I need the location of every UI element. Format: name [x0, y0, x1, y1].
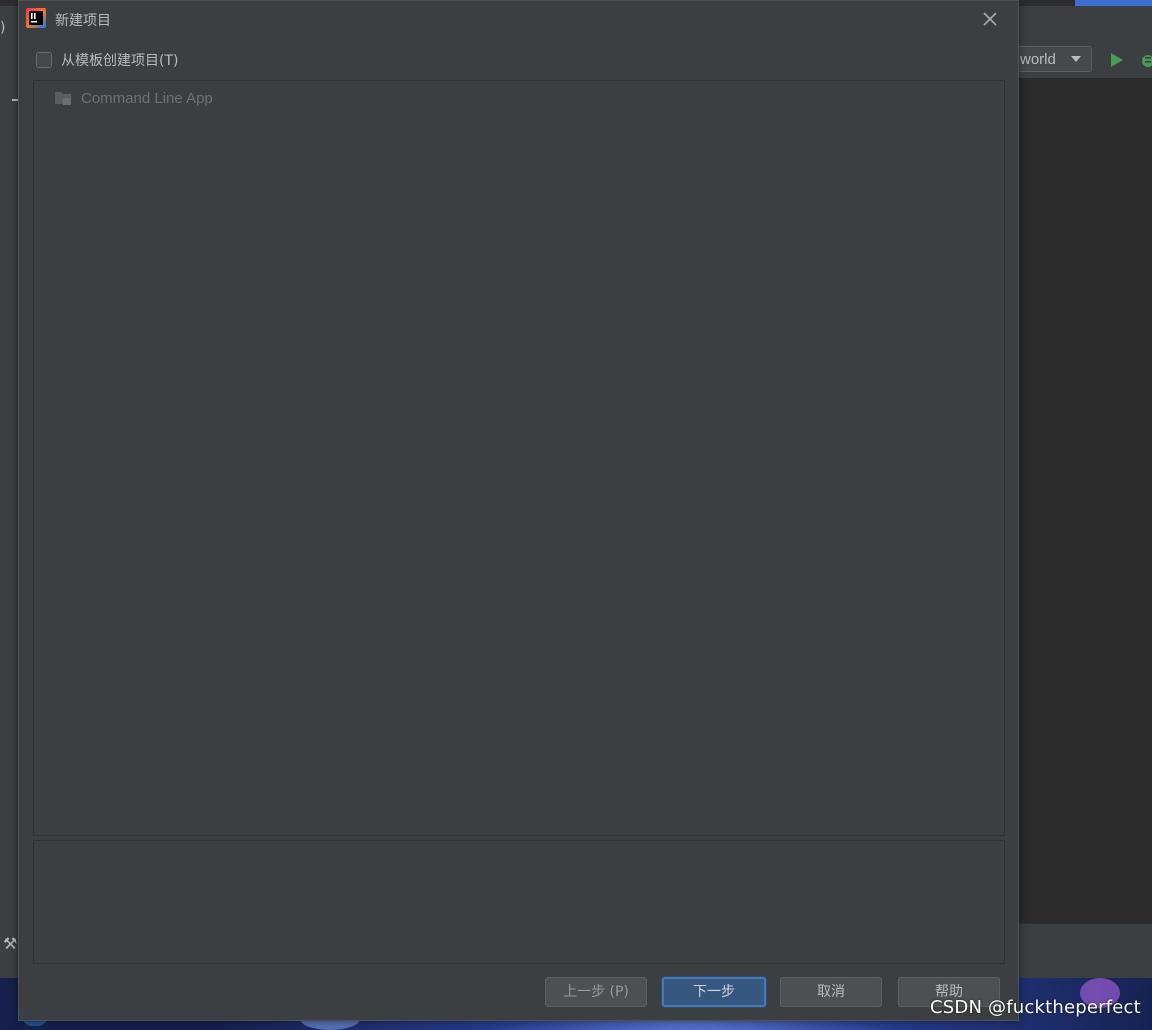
new-project-dialog: 新建项目 从模板创建项目(T) Command Line App [18, 0, 1019, 1021]
create-from-template-label[interactable]: 从模板创建项目(T) [61, 50, 178, 70]
chevron-down-icon [1071, 56, 1081, 62]
create-from-template-checkbox[interactable] [36, 52, 52, 68]
template-list: Command Line App [33, 80, 1005, 836]
cancel-button[interactable]: 取消 [780, 977, 882, 1007]
csdn-watermark: CSDN @fucktheperfect [930, 997, 1141, 1018]
close-icon[interactable] [980, 9, 1000, 29]
ide-bottom-toolbar [1018, 923, 1152, 979]
next-button[interactable]: 下一步 [662, 977, 766, 1007]
template-item-label: Command Line App [81, 90, 213, 107]
intellij-app-icon [26, 8, 46, 28]
dialog-title: 新建项目 [55, 13, 111, 29]
ide-clipped-text: ) [0, 20, 6, 36]
previous-button[interactable]: 上一步 (P) [545, 977, 647, 1007]
run-configuration-label: world [1020, 51, 1056, 68]
build-hammer-icon[interactable]: ⚒ [3, 934, 17, 953]
template-item-command-line-app[interactable]: Command Line App [34, 86, 1004, 112]
ide-editor-area [1018, 78, 1152, 923]
folder-icon [55, 92, 71, 105]
template-description-panel [33, 840, 1005, 964]
ide-left-toolbar: ) ⚒ [0, 6, 18, 978]
debug-bug-icon[interactable] [1139, 52, 1152, 68]
template-option-row: 从模板创建项目(T) [36, 50, 178, 70]
run-play-icon[interactable] [1109, 52, 1125, 68]
run-configuration-dropdown[interactable]: world [1012, 46, 1092, 72]
